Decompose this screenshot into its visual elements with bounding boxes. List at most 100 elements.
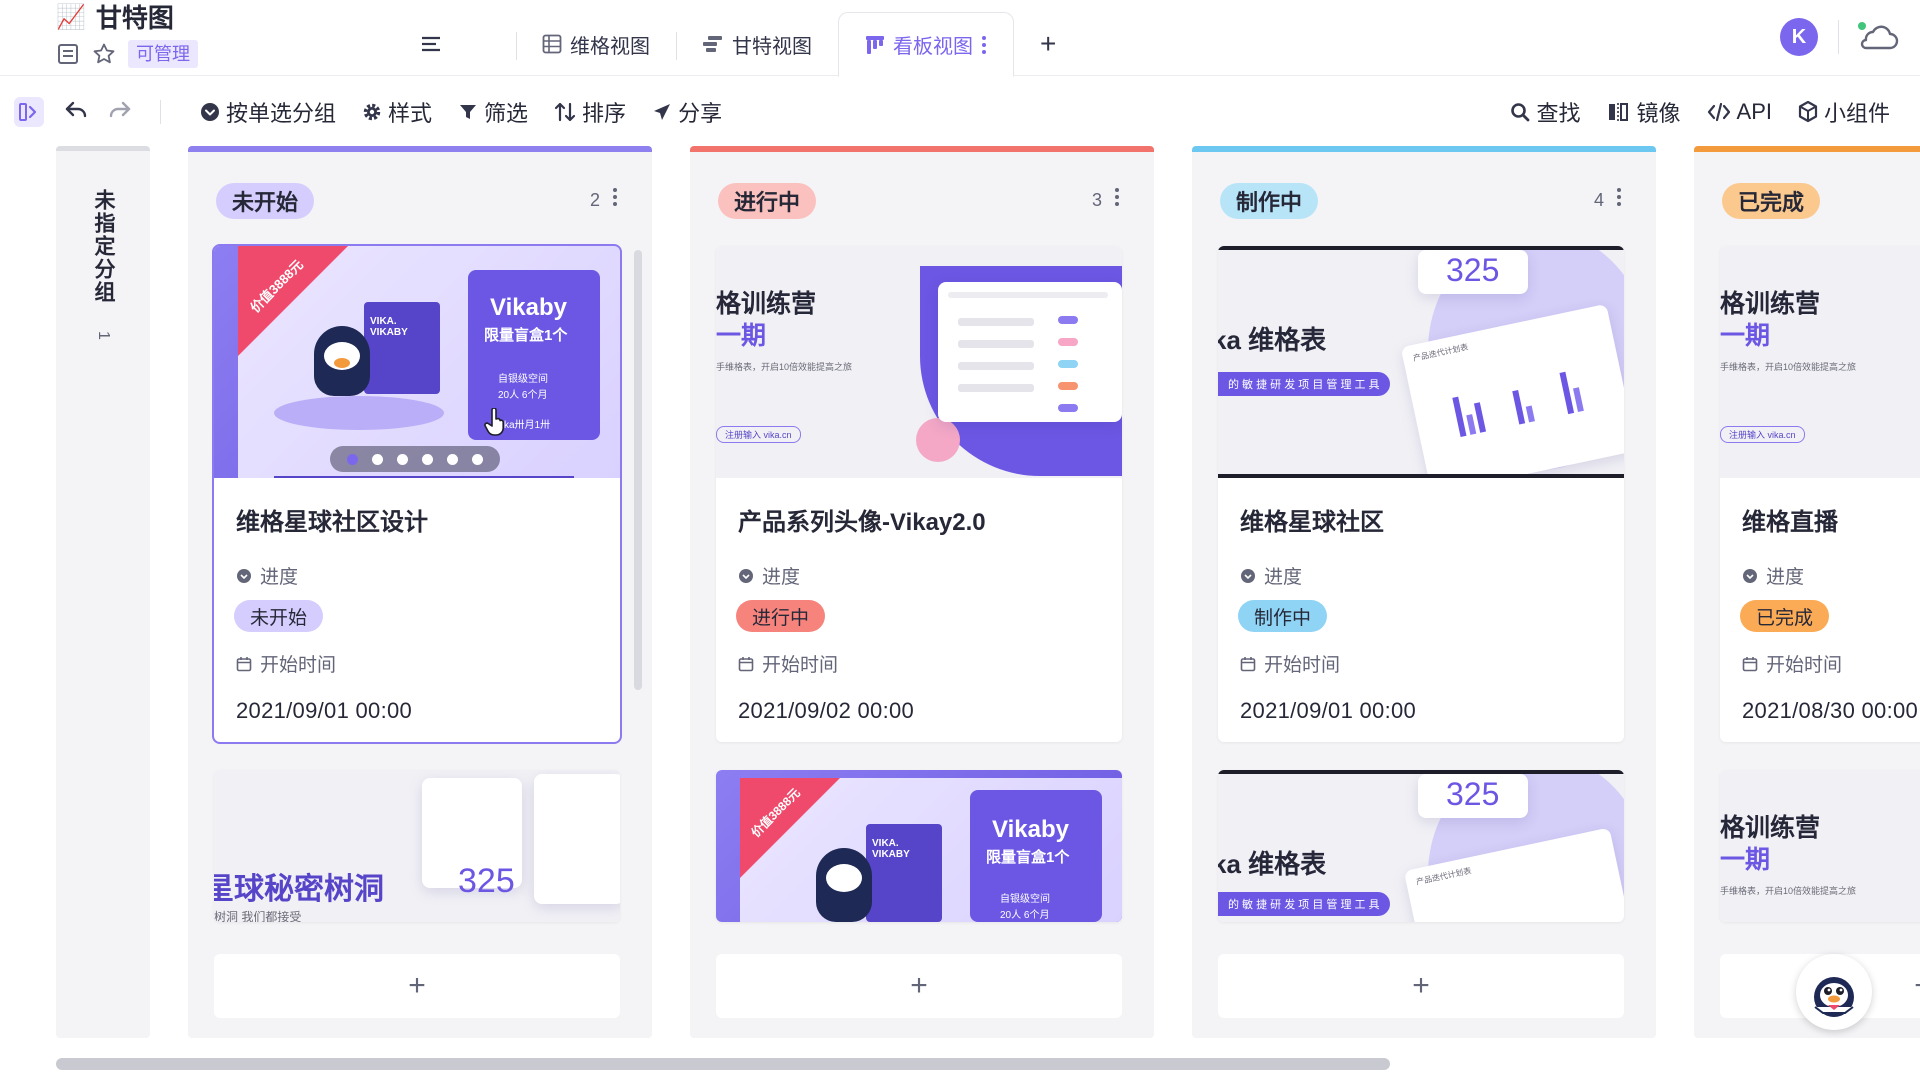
- column-more-icon[interactable]: [612, 186, 618, 213]
- filter-icon: [460, 105, 477, 119]
- field-label-text: 进度: [260, 567, 299, 588]
- cover-headline-2: 一期: [716, 322, 767, 350]
- column-group-tag[interactable]: 未开始: [216, 183, 315, 219]
- card-cover-image[interactable]: 格训练营 一期 手维格表，开启10倍效能提高之旅 注册输入 vika.cn: [716, 246, 1122, 478]
- cover-ribbon: 的 敏 捷 研 发 项 目 管 理 工 具: [1218, 892, 1390, 916]
- field-label-text: 开始时间: [1264, 655, 1341, 676]
- status-pill: 制作中: [1238, 600, 1328, 632]
- carousel-dot[interactable]: [347, 453, 358, 465]
- card-cover-image[interactable]: ka 维格表 的 敏 捷 研 发 项 目 管 理 工 具 325 产品迭代计划表: [1218, 770, 1624, 922]
- carousel-dot[interactable]: [472, 453, 483, 465]
- field-label-text: 进度: [762, 567, 801, 588]
- view-menu-button[interactable]: [420, 12, 468, 76]
- column-record-count: 2: [589, 190, 600, 210]
- card-cover-image[interactable]: 价值3888元 Vikaby 限量盲盒1个 自银级空间 20人 6个月 VIKA…: [716, 770, 1122, 922]
- cover-list-panel: [534, 774, 620, 904]
- carousel-dot[interactable]: [422, 453, 433, 465]
- mock-tag: [1058, 338, 1078, 346]
- toggle-sidebar-button[interactable]: [14, 97, 44, 127]
- record-card[interactable]: ka 维格表 的 敏 捷 研 发 项 目 管 理 工 具 325 产品迭代计划表: [1218, 770, 1624, 922]
- record-card[interactable]: ka 维格表 的 敏 捷 研 发 项 目 管 理 工 具 325 产品迭代计划表…: [1218, 246, 1624, 742]
- carousel-dot[interactable]: [372, 453, 383, 465]
- add-record-button[interactable]: +: [1218, 954, 1624, 1018]
- record-card[interactable]: 格训练营 一期 手维格表，开启10倍效能提高之旅 注册输入 vika.cn 维格…: [1720, 246, 1920, 742]
- ungrouped-column[interactable]: 未指定分组 1: [56, 146, 150, 1038]
- mirror-label: 镜像: [1636, 101, 1681, 126]
- tab-kanban-view[interactable]: 看板视图: [838, 12, 1014, 77]
- cover-line1: 限量盲盒1个: [986, 849, 1070, 866]
- view-header: 📈 甘特图 可管理 维格视图 甘特视图 看板视图 + K: [0, 0, 1920, 77]
- carousel-dot[interactable]: [447, 453, 458, 465]
- api-button[interactable]: API: [1707, 99, 1772, 125]
- mock-bar: [1466, 414, 1477, 435]
- column-group-tag[interactable]: 制作中: [1220, 183, 1319, 219]
- record-card[interactable]: 价值3888元 Vikaby 限量盲盒1个 自银级空间 20人 6个月 ka卅月…: [212, 244, 622, 744]
- cover-headline: ka 维格表: [1218, 325, 1327, 355]
- cover-headline: 星球秘密树洞: [214, 873, 384, 906]
- cover-sub: 手维格表，开启10倍效能提高之旅: [716, 362, 853, 372]
- group-by-button[interactable]: 按单选分组: [200, 96, 336, 128]
- card-cover-image[interactable]: 格训练营 一期 手维格表，开启10倍效能提高之旅: [1720, 770, 1920, 922]
- column-color-bar: [1192, 146, 1656, 152]
- record-card[interactable]: 价值3888元 Vikaby 限量盲盒1个 自银级空间 20人 6个月 VIKA…: [716, 770, 1122, 922]
- cloud-sync-icon[interactable]: [1856, 20, 1900, 59]
- column-group-tag[interactable]: 已完成: [1722, 183, 1821, 219]
- field-label-text: 进度: [1766, 567, 1805, 588]
- column-scrollbar[interactable]: [634, 250, 642, 690]
- filter-button[interactable]: 筛选: [458, 96, 528, 128]
- search-button[interactable]: 查找: [1510, 96, 1581, 128]
- cover-box-text: VIKA. VIKABY: [370, 316, 408, 338]
- kanban-column-in-progress: 进行中 3 格训练营 一期 手维格表，开启10倍效能提高之旅 注册输入 vika…: [690, 146, 1154, 1038]
- penguin-mascot-icon: [1814, 977, 1854, 1017]
- board-horizontal-scrollbar[interactable]: [56, 1058, 1390, 1070]
- widget-label: 小组件: [1823, 101, 1890, 126]
- tab-grid-view[interactable]: 维格视图: [516, 12, 676, 76]
- kanban-column-not-started: 未开始 2 价值3888元 Vikaby 限量盲盒1个 自银级空间 20人 6个…: [188, 146, 652, 1038]
- mock-tag: [1058, 382, 1078, 390]
- kanban-column-in-production: 制作中 4 ka 维格表 的 敏 捷 研 发 项 目 管 理 工 具 325 产…: [1192, 146, 1656, 1038]
- card-cover-image[interactable]: 星球秘密树洞 树洞 我们都接受 325: [214, 770, 620, 922]
- permission-badge[interactable]: 可管理: [128, 40, 198, 68]
- card-cover-image[interactable]: 价值3888元 Vikaby 限量盲盒1个 自银级空间 20人 6个月 ka卅月…: [214, 246, 620, 478]
- help-assistant-button[interactable]: [1796, 954, 1872, 1030]
- share-button[interactable]: 分享: [652, 96, 722, 128]
- mock-bar: [1559, 371, 1575, 415]
- redo-button[interactable]: [108, 99, 132, 126]
- star-icon[interactable]: [92, 42, 116, 66]
- column-more-icon[interactable]: [1616, 186, 1622, 213]
- more-vertical-icon[interactable]: [981, 34, 987, 56]
- card-cover-image[interactable]: ka 维格表 的 敏 捷 研 发 项 目 管 理 工 具 325 产品迭代计划表: [1218, 246, 1624, 478]
- kanban-column-done: 已完成 格训练营 一期 手维格表，开启10倍效能提高之旅 注册输入 vika.c…: [1694, 146, 1920, 1038]
- api-label: API: [1736, 99, 1772, 124]
- record-card[interactable]: 星球秘密树洞 树洞 我们都接受 325: [214, 770, 620, 922]
- tab-gantt-view[interactable]: 甘特视图: [676, 12, 838, 76]
- add-record-button[interactable]: +: [716, 954, 1122, 1018]
- card-cover-image[interactable]: 格训练营 一期 手维格表，开启10倍效能提高之旅 注册输入 vika.cn: [1720, 246, 1920, 478]
- carousel-dot[interactable]: [397, 453, 408, 465]
- chart-emoji-icon[interactable]: 📈: [56, 4, 86, 32]
- column-record-count: 3: [1091, 190, 1102, 210]
- column-group-tag[interactable]: 进行中: [718, 183, 817, 219]
- tab-label: 甘特视图: [732, 35, 812, 58]
- user-avatar[interactable]: K: [1780, 18, 1818, 56]
- undo-icon: [65, 101, 87, 117]
- mirror-button[interactable]: 镜像: [1607, 96, 1681, 128]
- record-card[interactable]: 格训练营 一期 手维格表，开启10倍效能提高之旅: [1720, 770, 1920, 922]
- field-label-text: 开始时间: [762, 655, 839, 676]
- start-time-field-label: 开始时间: [236, 650, 336, 677]
- widget-button[interactable]: 小组件: [1798, 96, 1890, 128]
- add-record-button[interactable]: +: [214, 954, 620, 1018]
- cover-carousel-dots[interactable]: [330, 446, 500, 472]
- tab-label: 看板视图: [893, 36, 973, 58]
- undo-button[interactable]: [64, 99, 88, 126]
- sort-button[interactable]: 排序: [554, 96, 626, 128]
- column-more-icon[interactable]: [1114, 186, 1120, 213]
- datasheet-title[interactable]: 甘特图: [96, 2, 174, 34]
- view-toolbar: 按单选分组 样式 筛选 排序 分享 查找 镜像 API 小组件: [0, 88, 1920, 136]
- description-icon[interactable]: [56, 42, 80, 66]
- style-button[interactable]: 样式: [362, 96, 432, 128]
- add-view-button[interactable]: +: [1014, 12, 1082, 76]
- mock-row: [958, 318, 1034, 326]
- record-card[interactable]: 格训练营 一期 手维格表，开启10倍效能提高之旅 注册输入 vika.cn 产品…: [716, 246, 1122, 742]
- cover-headline: ka 维格表: [1218, 849, 1327, 879]
